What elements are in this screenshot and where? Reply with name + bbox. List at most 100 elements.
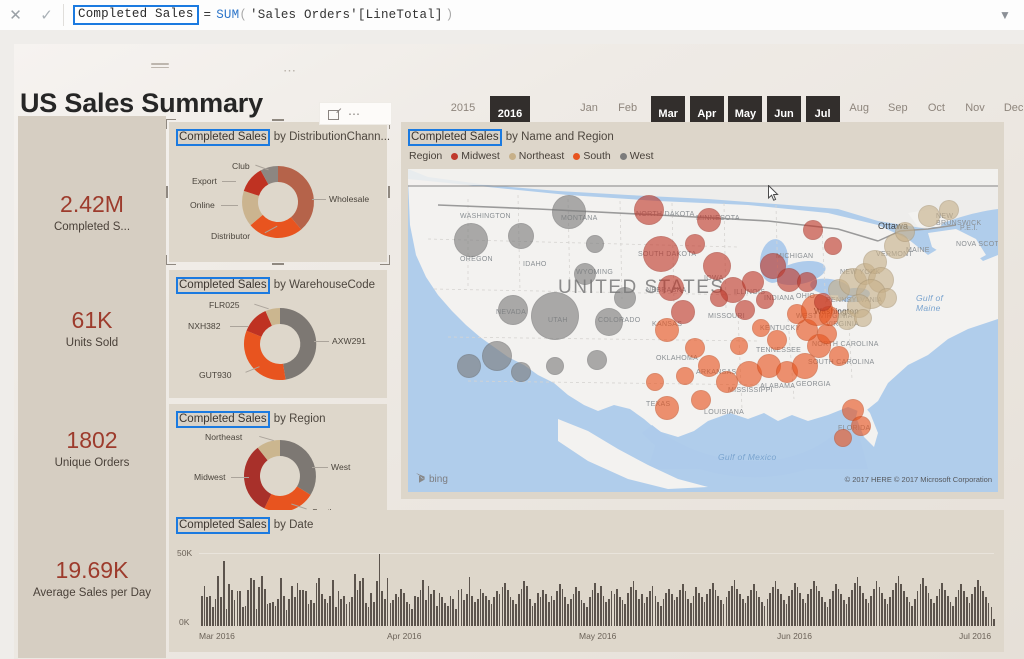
bar-column[interactable] <box>329 595 332 626</box>
map-bubble-ne[interactable] <box>895 222 915 242</box>
bar-column[interactable] <box>261 575 263 626</box>
bar-column[interactable] <box>916 591 919 626</box>
bar-column[interactable] <box>523 581 526 626</box>
bar-column[interactable] <box>419 590 422 626</box>
bar-column[interactable] <box>515 604 517 626</box>
bar-column[interactable] <box>791 590 793 626</box>
bar-column[interactable] <box>375 581 378 626</box>
bar-column[interactable] <box>528 598 531 626</box>
bar-column[interactable] <box>239 591 241 626</box>
bar-column[interactable] <box>384 598 386 626</box>
bar-column[interactable] <box>441 597 444 626</box>
bar-column[interactable] <box>233 600 236 626</box>
bar-column[interactable] <box>706 594 709 626</box>
bar-column[interactable] <box>487 600 490 626</box>
bar-column[interactable] <box>802 598 804 626</box>
bar-column[interactable] <box>769 592 771 626</box>
bar-column[interactable] <box>277 598 280 626</box>
bar-column[interactable] <box>217 575 220 626</box>
bar-column[interactable] <box>416 597 419 626</box>
map-bubble-s[interactable] <box>767 330 787 350</box>
bar-column[interactable] <box>553 600 556 626</box>
chevron-down-icon[interactable]: ▼ <box>986 1 1024 30</box>
bar-column[interactable] <box>539 597 542 626</box>
bar-column[interactable] <box>433 590 435 626</box>
bar-column[interactable] <box>362 578 364 626</box>
bar-column[interactable] <box>564 597 567 626</box>
bar-column[interactable] <box>356 590 359 626</box>
bar-column[interactable] <box>796 587 799 626</box>
bar-column[interactable] <box>211 607 214 626</box>
map-bubble-w[interactable] <box>574 263 596 285</box>
bar-column[interactable] <box>687 598 689 626</box>
bar-column[interactable] <box>785 604 788 626</box>
bar-column[interactable] <box>886 604 889 626</box>
legend-item-northeast[interactable]: Northeast <box>508 150 564 162</box>
bar-column[interactable] <box>875 581 878 626</box>
map-bubble-w[interactable] <box>454 223 488 257</box>
bar-column[interactable] <box>567 604 569 626</box>
bar-column[interactable] <box>963 591 965 626</box>
selection-handle-br[interactable] <box>380 255 390 265</box>
bar-column[interactable] <box>763 605 766 626</box>
selection-handle-l[interactable] <box>166 186 168 198</box>
bar-column[interactable] <box>236 591 239 626</box>
bar-column[interactable] <box>889 597 892 626</box>
bar-column[interactable] <box>318 578 321 626</box>
bar-column[interactable] <box>209 595 211 626</box>
bar-column[interactable] <box>638 598 640 626</box>
bar-column[interactable] <box>389 602 392 626</box>
donut-slice-gut930[interactable] <box>243 330 286 381</box>
bar-column[interactable] <box>881 592 883 626</box>
bar-column[interactable] <box>905 597 908 626</box>
bar-column[interactable] <box>654 595 657 626</box>
page-more-options-icon[interactable]: ⋯ <box>283 64 297 77</box>
month-slicer-option-Aug[interactable]: Aug <box>844 100 874 116</box>
bar-column[interactable] <box>703 601 706 626</box>
bar-column[interactable] <box>968 602 971 626</box>
donut-slice-west[interactable] <box>280 440 316 495</box>
bar-column[interactable] <box>466 594 468 626</box>
selection-handle-t[interactable] <box>272 119 284 121</box>
bar-column[interactable] <box>468 577 471 626</box>
map-bubble-w[interactable] <box>552 195 586 229</box>
bar-column[interactable] <box>348 601 351 626</box>
bar-column[interactable] <box>679 590 681 626</box>
bar-column[interactable] <box>676 597 679 626</box>
bar-column[interactable] <box>883 598 886 626</box>
bar-column[interactable] <box>288 598 291 626</box>
bar-column[interactable] <box>583 602 586 626</box>
bar-column[interactable] <box>599 585 602 626</box>
bar-column[interactable] <box>594 582 597 626</box>
kpi-card-completed-sales[interactable]: 2.42M Completed S... <box>18 190 166 233</box>
bar-column[interactable] <box>974 587 976 626</box>
bar-column[interactable] <box>659 605 662 626</box>
map-bubble-s[interactable] <box>829 346 849 366</box>
year-slicer-option-2015[interactable]: 2015 <box>448 100 478 116</box>
bar-column[interactable] <box>774 581 777 626</box>
map-bubble-w[interactable] <box>531 292 579 340</box>
bar-column[interactable] <box>976 579 979 626</box>
bar-column[interactable] <box>919 584 922 626</box>
bar-column[interactable] <box>586 607 588 626</box>
bar-column[interactable] <box>720 600 722 626</box>
bar-column[interactable] <box>485 595 487 626</box>
bar-column[interactable] <box>479 588 482 626</box>
bar-column[interactable] <box>321 594 323 626</box>
map-bubble-w[interactable] <box>508 223 534 249</box>
bar-column[interactable] <box>556 591 558 626</box>
bar-column[interactable] <box>640 594 643 626</box>
bar-column[interactable] <box>799 592 801 626</box>
bar-column[interactable] <box>542 590 545 626</box>
bar-column[interactable] <box>610 591 613 626</box>
bar-column[interactable] <box>755 591 758 626</box>
bar-column[interactable] <box>761 601 763 626</box>
map-bubble-ne[interactable] <box>939 200 959 220</box>
bar-column[interactable] <box>580 600 583 626</box>
bar-column[interactable] <box>438 592 441 626</box>
bar-column[interactable] <box>812 581 815 626</box>
map-bubble-s[interactable] <box>851 416 871 436</box>
bar-column[interactable] <box>782 600 785 626</box>
bar-column[interactable] <box>512 600 515 626</box>
bar-column[interactable] <box>340 598 343 626</box>
